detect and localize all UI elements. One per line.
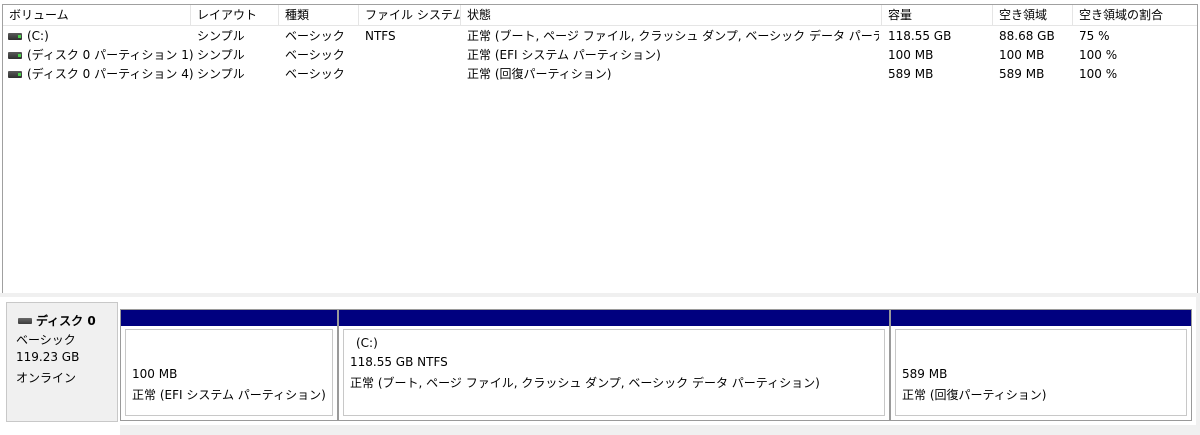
- partition-recovery[interactable]: 589 MB 正常 (回復パーティション): [890, 309, 1192, 421]
- column-header-status[interactable]: 状態: [461, 5, 882, 25]
- volume-status: 正常 (回復パーティション): [467, 67, 612, 81]
- volume-capacity: 118.55 GB: [888, 29, 952, 43]
- table-row[interactable]: (ディスク 0 パーティション 4) シンプル ベーシック 正常 (回復パーティ…: [3, 65, 1197, 84]
- partition-size: 589 MB: [902, 367, 948, 381]
- disk-type: ベーシック: [16, 333, 76, 347]
- volume-type: ベーシック: [285, 67, 345, 81]
- disk-state: オンライン: [16, 371, 77, 385]
- vertical-scrollbar[interactable]: [1196, 297, 1200, 435]
- volume-status: 正常 (ブート, ページ ファイル, クラッシュ ダンプ, ベーシック データ …: [467, 29, 879, 43]
- volume-free-space: 100 MB: [999, 48, 1045, 62]
- column-header-type[interactable]: 種類: [279, 5, 359, 25]
- partition-bar: [339, 310, 889, 326]
- volume-layout: シンプル: [197, 29, 245, 43]
- volume-status: 正常 (EFI システム パーティション): [467, 48, 661, 62]
- horizontal-scrollbar[interactable]: [120, 425, 1200, 435]
- column-header-layout[interactable]: レイアウト: [191, 5, 279, 25]
- volume-capacity: 100 MB: [888, 48, 934, 62]
- volume-layout: シンプル: [197, 48, 245, 62]
- partition-bar: [121, 310, 337, 326]
- volume-name: (C:): [27, 29, 49, 43]
- volume-free-percent: 100 %: [1079, 48, 1118, 62]
- partition-body: 100 MB 正常 (EFI システム パーティション): [125, 329, 333, 416]
- volume-name: (ディスク 0 パーティション 4): [27, 67, 194, 81]
- volume-rows: (C:) シンプル ベーシック NTFS 正常 (ブート, ページ ファイル, …: [3, 27, 1197, 84]
- volume-icon: [8, 33, 22, 40]
- disk-icon: [18, 318, 32, 324]
- partition-body: (C:) 118.55 GB NTFS 正常 (ブート, ページ ファイル, ク…: [343, 329, 885, 416]
- volume-capacity: 589 MB: [888, 67, 934, 81]
- column-header-free-space[interactable]: 空き領域: [993, 5, 1073, 25]
- volume-layout: シンプル: [197, 67, 245, 81]
- partition-title: (C:): [356, 336, 378, 350]
- column-header-volume[interactable]: ボリューム: [3, 5, 191, 25]
- volume-free-space: 589 MB: [999, 67, 1045, 81]
- volume-filesystem: NTFS: [365, 29, 396, 43]
- disk-size: 119.23 GB: [16, 350, 80, 364]
- volume-list[interactable]: ボリューム レイアウト 種類 ファイル システム 状態 容量 空き領域 空き領域…: [2, 4, 1198, 294]
- partition-c[interactable]: (C:) 118.55 GB NTFS 正常 (ブート, ページ ファイル, ク…: [338, 309, 890, 421]
- volume-icon: [8, 52, 22, 59]
- column-header-row: ボリューム レイアウト 種類 ファイル システム 状態 容量 空き領域 空き領域…: [3, 5, 1197, 26]
- table-row[interactable]: (ディスク 0 パーティション 1) シンプル ベーシック 正常 (EFI シス…: [3, 46, 1197, 65]
- column-header-capacity[interactable]: 容量: [882, 5, 993, 25]
- volume-type: ベーシック: [285, 48, 345, 62]
- partition-size: 100 MB: [132, 367, 178, 381]
- volume-free-percent: 100 %: [1079, 67, 1118, 81]
- column-header-filesystem[interactable]: ファイル システム: [359, 5, 461, 25]
- disk-name: ディスク 0: [36, 314, 96, 328]
- disk-label[interactable]: ディスク 0 ベーシック 119.23 GB オンライン: [6, 302, 118, 422]
- volume-type: ベーシック: [285, 29, 345, 43]
- partition-size: 118.55 GB NTFS: [350, 355, 448, 369]
- partition-body: 589 MB 正常 (回復パーティション): [895, 329, 1187, 416]
- partition-bar: [891, 310, 1191, 326]
- partition-status: 正常 (ブート, ページ ファイル, クラッシュ ダンプ, ベーシック データ …: [350, 376, 820, 390]
- partition-status: 正常 (EFI システム パーティション): [132, 388, 326, 402]
- disk-map: ディスク 0 ベーシック 119.23 GB オンライン 100 MB 正常 (…: [0, 297, 1200, 435]
- table-row[interactable]: (C:) シンプル ベーシック NTFS 正常 (ブート, ページ ファイル, …: [3, 27, 1197, 46]
- partition-status: 正常 (回復パーティション): [902, 388, 1047, 402]
- volume-free-space: 88.68 GB: [999, 29, 1055, 43]
- partition-efi[interactable]: 100 MB 正常 (EFI システム パーティション): [120, 309, 338, 421]
- volume-icon: [8, 71, 22, 78]
- volume-free-percent: 75 %: [1079, 29, 1110, 43]
- column-header-free-percent[interactable]: 空き領域の割合: [1073, 5, 1197, 25]
- volume-name: (ディスク 0 パーティション 1): [27, 48, 194, 62]
